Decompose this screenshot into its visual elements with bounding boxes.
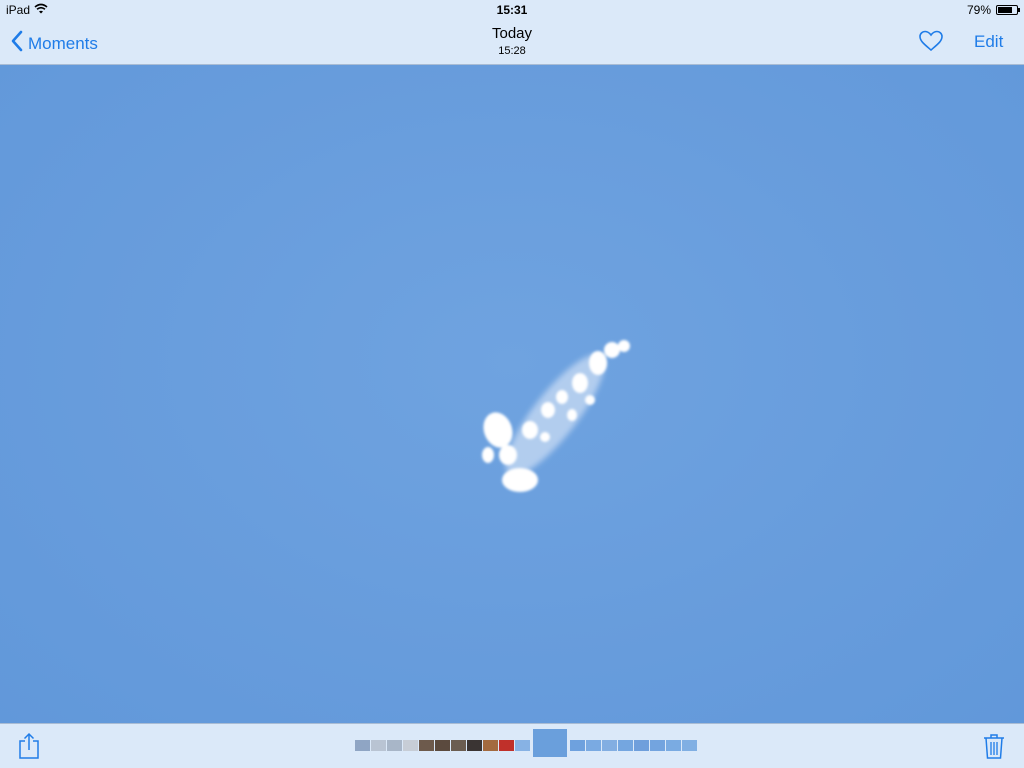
delete-button[interactable]	[983, 733, 1005, 764]
filmstrip-thumbnail[interactable]	[602, 739, 617, 751]
filmstrip-thumbnail[interactable]	[355, 739, 370, 751]
edit-button[interactable]: Edit	[974, 32, 1003, 52]
status-time: 15:31	[496, 3, 528, 17]
filmstrip-thumbnail[interactable]	[618, 739, 633, 751]
filmstrip-thumbnail[interactable]	[666, 739, 681, 751]
share-button[interactable]	[18, 732, 40, 765]
cloud-image	[482, 340, 630, 492]
bottom-toolbar	[0, 723, 1024, 768]
battery-fill	[998, 7, 1013, 13]
filmstrip-thumbnail[interactable]	[403, 739, 418, 751]
filmstrip-thumbnail[interactable]	[435, 739, 450, 751]
share-icon	[18, 732, 40, 764]
trash-icon	[983, 734, 1005, 763]
page-subtitle: 15:28	[498, 45, 526, 57]
filmstrip-thumbnail-selected[interactable]	[533, 729, 567, 757]
filmstrip-thumbnail[interactable]	[515, 739, 530, 751]
heart-icon	[918, 30, 944, 56]
filmstrip-thumbnail[interactable]	[467, 739, 482, 751]
status-right: 79%	[966, 3, 1020, 17]
filmstrip[interactable]	[355, 729, 698, 757]
filmstrip-thumbnail[interactable]	[451, 739, 466, 751]
favorite-button[interactable]	[918, 30, 944, 57]
battery-icon	[996, 5, 1020, 15]
photo-viewer-screen: iPad 15:31 79% Moments Today 15:28 Edit	[0, 0, 1024, 768]
filmstrip-thumbnail[interactable]	[387, 739, 402, 751]
battery-tip	[1018, 8, 1020, 12]
filmstrip-thumbnail[interactable]	[682, 739, 697, 751]
navigation-bar: Moments Today 15:28 Edit	[0, 20, 1024, 65]
filmstrip-thumbnail[interactable]	[483, 739, 498, 751]
battery-percentage: 79%	[966, 3, 991, 17]
status-bar: iPad 15:31 79%	[0, 0, 1024, 20]
filmstrip-thumbnail[interactable]	[371, 739, 386, 751]
filmstrip-thumbnail[interactable]	[634, 739, 649, 751]
filmstrip-thumbnail[interactable]	[570, 739, 585, 751]
nav-title-group: Today 15:28	[0, 25, 1024, 57]
filmstrip-thumbnail[interactable]	[419, 739, 434, 751]
filmstrip-thumbnail[interactable]	[650, 739, 665, 751]
filmstrip-thumbnail[interactable]	[586, 739, 601, 751]
page-title: Today	[491, 25, 533, 42]
filmstrip-thumbnail[interactable]	[499, 739, 514, 751]
photo-view[interactable]	[0, 65, 1024, 723]
